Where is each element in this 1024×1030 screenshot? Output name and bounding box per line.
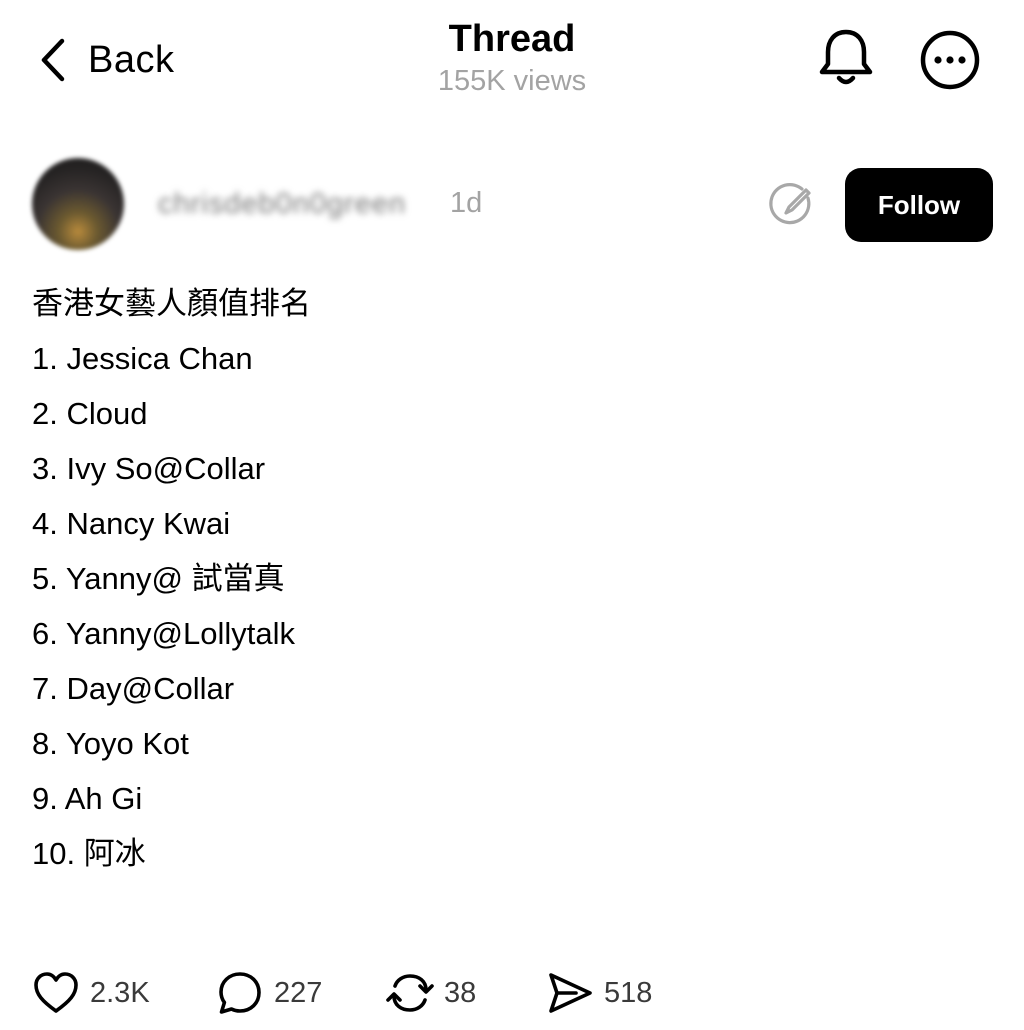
top-bar: Back Thread 155K views (0, 0, 1024, 120)
ranking-item: 9. Ah Gi (32, 781, 143, 816)
reply-button[interactable]: 227 (216, 960, 322, 1026)
more-options-button[interactable] (918, 28, 982, 92)
post-actions-bar: 2.3K 227 38 518 (0, 960, 1024, 1026)
follow-button[interactable]: Follow (845, 168, 993, 242)
like-count: 2.3K (90, 976, 150, 1009)
like-button[interactable]: 2.3K (32, 960, 150, 1026)
heart-icon (34, 972, 78, 1013)
bell-icon (819, 29, 873, 85)
repost-icon (386, 974, 434, 1012)
ranking-item: 2. Cloud (32, 396, 148, 431)
share-count: 518 (604, 976, 653, 1009)
page-title: Thread (448, 18, 576, 60)
post-heading: 香港女藝人顏值排名 (32, 286, 311, 321)
comment-icon (219, 972, 261, 1014)
chevron-left-icon (41, 38, 65, 82)
ranking-item: 4. Nancy Kwai (32, 506, 231, 541)
author-username[interactable]: chrisdeb0n0green (158, 188, 406, 221)
back-label: Back (88, 38, 175, 81)
ranking-item: 1. Jessica Chan (32, 341, 253, 376)
ranking-item: 3. Ivy So@Collar (32, 451, 266, 486)
share-button[interactable]: 518 (546, 960, 652, 1026)
repost-button[interactable]: 38 (386, 960, 476, 1026)
avatar[interactable] (32, 158, 124, 250)
post-content: 香港女藝人顏值排名 1. Jessica Chan 2. Cloud 3. Iv… (32, 276, 932, 881)
ranking-item: 10. 阿冰 (32, 836, 146, 871)
more-horizontal-icon (920, 30, 980, 90)
edit-pen-icon (769, 183, 811, 225)
title-block: Thread 155K views (312, 16, 712, 100)
repost-count: 38 (444, 976, 477, 1009)
ranking-item: 5. Yanny@ 試當真 (32, 561, 285, 596)
reply-count: 227 (274, 976, 323, 1009)
edit-button[interactable] (768, 182, 814, 228)
ranking-item: 8. Yoyo Kot (32, 726, 189, 761)
view-count: 155K views (437, 65, 587, 97)
notifications-button[interactable] (814, 26, 878, 90)
post-author-row: chrisdeb0n0green 1d Follow (0, 150, 1024, 260)
send-icon (549, 973, 592, 1013)
ranking-item: 6. Yanny@Lollytalk (32, 616, 295, 651)
back-button[interactable]: Back (36, 36, 174, 84)
post-time: 1d (450, 187, 483, 219)
ranking-item: 7. Day@Collar (32, 671, 235, 706)
